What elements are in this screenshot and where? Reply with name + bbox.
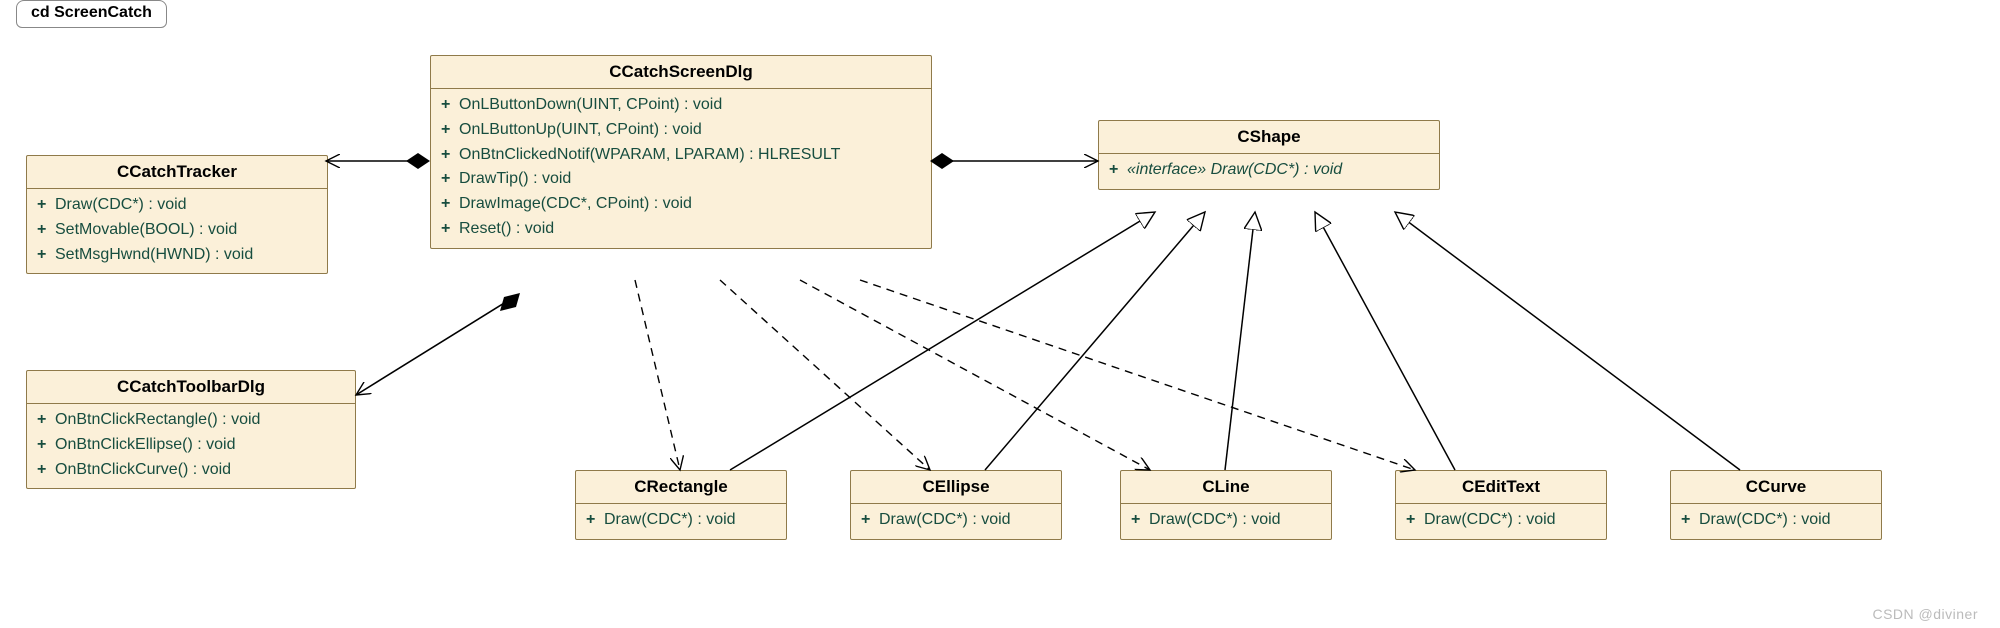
dependency-to-crectangle (635, 280, 680, 470)
operation: +OnBtnClickRectangle() : void (37, 408, 345, 433)
class-ccatchscreendlg: CCatchScreenDlg +OnLButtonDown(UINT, CPo… (430, 55, 932, 249)
operation: +Draw(CDC*) : void (861, 508, 1051, 533)
operation: +SetMovable(BOOL) : void (37, 218, 317, 243)
composition-to-ccatchtoolbardlg (356, 293, 520, 395)
watermark: CSDN @diviner (1872, 606, 1978, 622)
operation: +OnBtnClickedNotif(WPARAM, LPARAM) : HLR… (441, 143, 921, 168)
uml-canvas: cd ScreenCatch CCatchTracker +Draw(CDC*)… (0, 0, 2000, 628)
class-ops: +Draw(CDC*) : void (1121, 504, 1331, 539)
class-cshape: CShape +«interface» Draw(CDC*) : void (1098, 120, 1440, 190)
generalization-cellipse (985, 212, 1205, 470)
class-cellipse: CEllipse +Draw(CDC*) : void (850, 470, 1062, 540)
diagram-title-tab: cd ScreenCatch (16, 0, 167, 28)
class-title: CCatchToolbarDlg (27, 371, 355, 404)
operation: +OnBtnClickEllipse() : void (37, 433, 345, 458)
class-title: CCatchScreenDlg (431, 56, 931, 89)
class-ops: +Draw(CDC*) : void (576, 504, 786, 539)
generalization-ccurve (1395, 212, 1740, 470)
class-crectangle: CRectangle +Draw(CDC*) : void (575, 470, 787, 540)
operation: +SetMsgHwnd(HWND) : void (37, 243, 317, 268)
operation: +DrawImage(CDC*, CPoint) : void (441, 192, 921, 217)
operation: +«interface» Draw(CDC*) : void (1109, 158, 1429, 183)
class-ccurve: CCurve +Draw(CDC*) : void (1670, 470, 1882, 540)
class-title: CCatchTracker (27, 156, 327, 189)
operation: +Draw(CDC*) : void (1131, 508, 1321, 533)
class-cline: CLine +Draw(CDC*) : void (1120, 470, 1332, 540)
class-ops: +OnBtnClickRectangle() : void +OnBtnClic… (27, 404, 355, 488)
diagram-title: cd ScreenCatch (31, 4, 152, 21)
class-title: CLine (1121, 471, 1331, 504)
class-title: CCurve (1671, 471, 1881, 504)
dependency-to-cellipse (720, 280, 930, 470)
class-ccatchtracker: CCatchTracker +Draw(CDC*) : void +SetMov… (26, 155, 328, 274)
class-ops: +«interface» Draw(CDC*) : void (1099, 154, 1439, 189)
composition-to-ccatchtracker (326, 153, 430, 169)
operation: +Reset() : void (441, 217, 921, 242)
class-ops: +Draw(CDC*) : void +SetMovable(BOOL) : v… (27, 189, 327, 273)
generalization-cedittext (1315, 212, 1455, 470)
class-title: CShape (1099, 121, 1439, 154)
class-ops: +Draw(CDC*) : void (1396, 504, 1606, 539)
generalization-crectangle (730, 212, 1155, 470)
operation: +Draw(CDC*) : void (37, 193, 317, 218)
class-title: CRectangle (576, 471, 786, 504)
operation: +Draw(CDC*) : void (1406, 508, 1596, 533)
operation: +OnLButtonDown(UINT, CPoint) : void (441, 93, 921, 118)
dependency-to-cline (800, 280, 1150, 470)
class-cedittext: CEditText +Draw(CDC*) : void (1395, 470, 1607, 540)
generalization-cline (1225, 212, 1255, 470)
class-title: CEditText (1396, 471, 1606, 504)
operation: +OnBtnClickCurve() : void (37, 458, 345, 483)
class-ccatchtoolbardlg: CCatchToolbarDlg +OnBtnClickRectangle() … (26, 370, 356, 489)
composition-to-cshape (930, 153, 1098, 169)
class-ops: +Draw(CDC*) : void (1671, 504, 1881, 539)
operation: +Draw(CDC*) : void (1681, 508, 1871, 533)
operation: +Draw(CDC*) : void (586, 508, 776, 533)
operation: +OnLButtonUp(UINT, CPoint) : void (441, 118, 921, 143)
dependency-to-cedittext (860, 280, 1415, 470)
class-ops: +Draw(CDC*) : void (851, 504, 1061, 539)
class-title: CEllipse (851, 471, 1061, 504)
operation: +DrawTip() : void (441, 167, 921, 192)
class-ops: +OnLButtonDown(UINT, CPoint) : void +OnL… (431, 89, 931, 248)
